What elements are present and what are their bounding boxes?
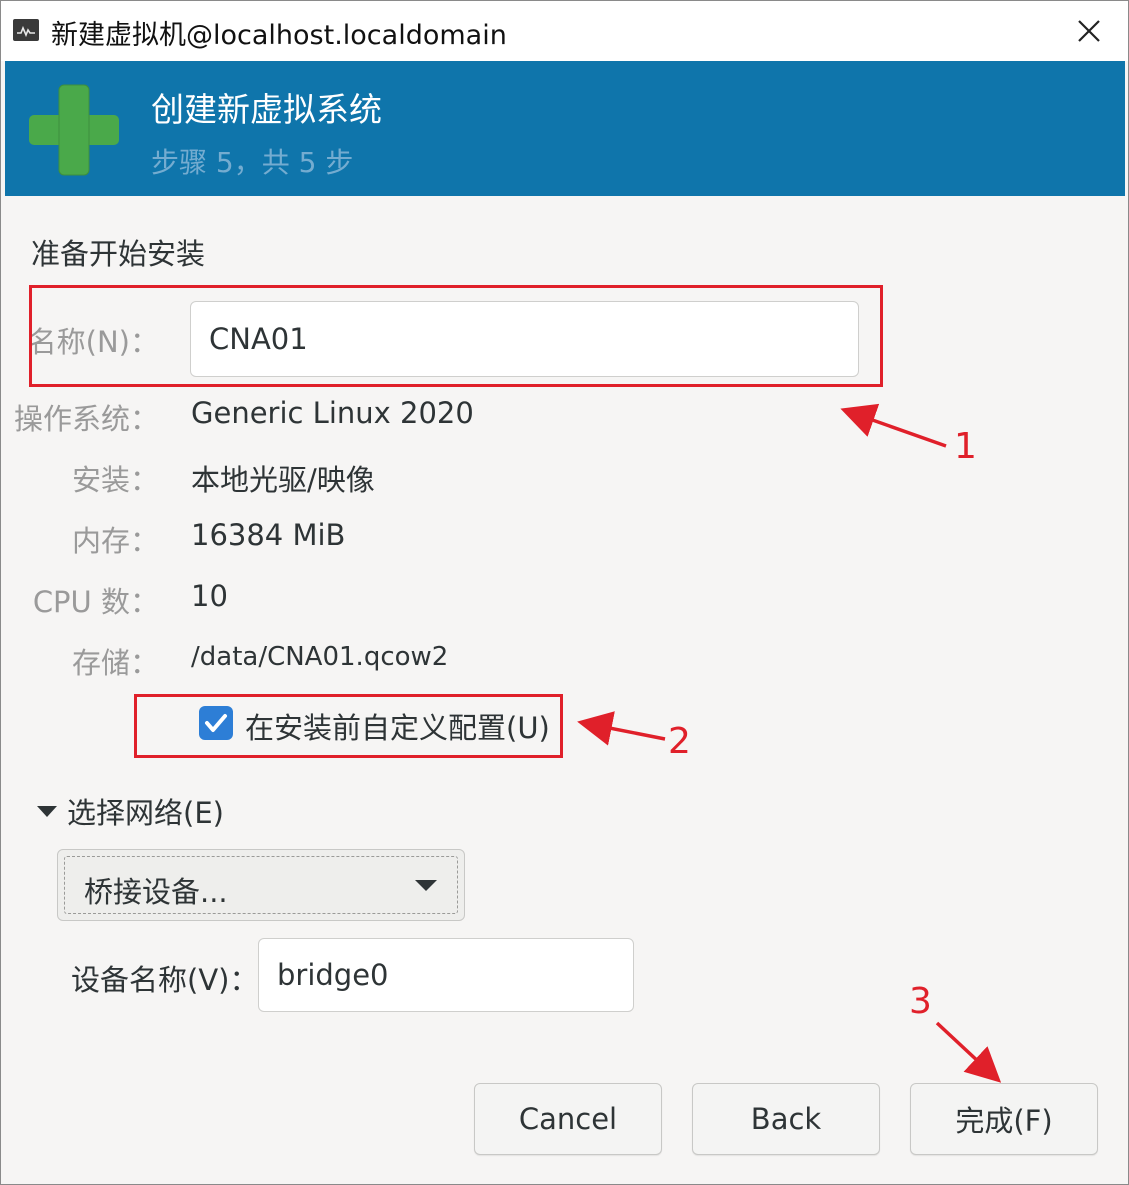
os-value: Generic Linux 2020 (191, 396, 474, 430)
annotation-arrow-2 (577, 711, 666, 746)
wizard-banner: 创建新虚拟系统 步骤 5，共 5 步 (5, 61, 1125, 196)
device-name-label: 设备名称(V)： (71, 963, 259, 997)
network-expander-label: 选择网络(E) (67, 796, 224, 830)
annotation-arrow-3 (935, 1021, 1002, 1083)
banner-title: 创建新虚拟系统 (151, 90, 382, 129)
section-heading: 准备开始安装 (31, 237, 206, 271)
titlebar: 新建虚拟机@localhost.localdomain (1, 1, 1128, 61)
new-vm-dialog: 新建虚拟机@localhost.localdomain 创建新虚拟系统 步骤 5… (0, 0, 1129, 1185)
device-name-input[interactable]: bridge0 (258, 938, 634, 1012)
annotation-number-3: 3 (909, 981, 932, 1022)
expander-arrow-icon (37, 805, 57, 817)
memory-value: 16384 MiB (191, 518, 346, 552)
annotation-box-2 (134, 694, 563, 758)
memory-label: 内存： (71, 524, 159, 558)
close-icon (1078, 20, 1100, 42)
annotation-number-2: 2 (668, 721, 691, 762)
virt-manager-icon (13, 19, 39, 41)
install-value: 本地光驱/映像 (191, 463, 375, 497)
annotation-number-1: 1 (954, 426, 977, 467)
network-source-value: 桥接设备... (84, 875, 228, 909)
back-button[interactable]: Back (692, 1083, 880, 1155)
plus-icon (29, 84, 119, 176)
window-title: 新建虚拟机@localhost.localdomain (51, 20, 507, 51)
close-button[interactable] (1067, 11, 1109, 51)
annotation-arrow-1 (840, 403, 947, 448)
banner-step: 步骤 5，共 5 步 (151, 146, 354, 179)
storage-label: 存储： (71, 646, 159, 680)
dropdown-arrow-icon (415, 880, 437, 891)
install-label: 安装： (71, 463, 159, 497)
device-name-value: bridge0 (277, 957, 389, 992)
cancel-button[interactable]: Cancel (474, 1083, 662, 1155)
finish-button[interactable]: 完成(F) (910, 1083, 1098, 1155)
network-expander[interactable]: 选择网络(E) (37, 793, 224, 830)
cpu-value: 10 (191, 579, 228, 613)
annotation-box-1 (29, 285, 883, 387)
os-label: 操作系统： (13, 402, 159, 436)
network-source-dropdown[interactable]: 桥接设备... (57, 849, 465, 921)
cpu-label: CPU 数： (32, 585, 159, 619)
storage-value: /data/CNA01.qcow2 (191, 642, 449, 672)
